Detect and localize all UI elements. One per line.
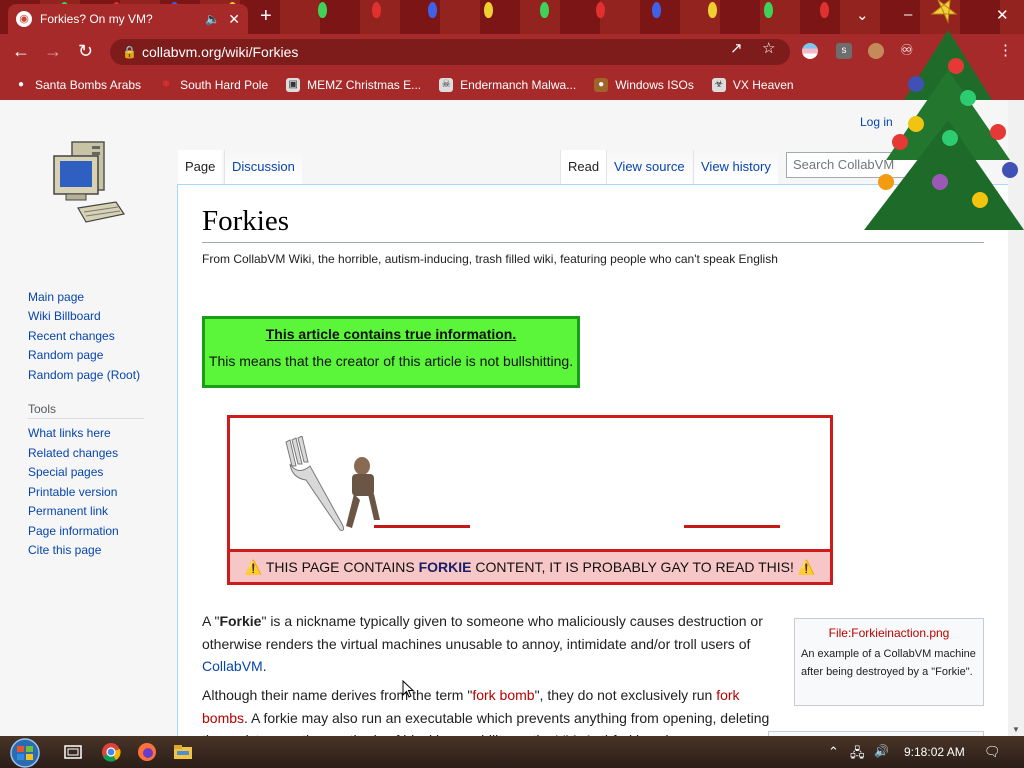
true-information-notice: This article contains true information. …: [202, 316, 580, 388]
skull-icon: ☠: [439, 78, 454, 92]
wiki-page: Log in Main page Wiki Billboard Recent c…: [0, 100, 1008, 736]
taskbar-clock[interactable]: 9:18:02 AM: [904, 745, 965, 759]
chrome-taskbar-icon[interactable]: [100, 742, 122, 762]
network-icon[interactable]: 🖧: [850, 744, 865, 766]
task-view-icon[interactable]: [62, 742, 84, 762]
tools-heading: Tools: [28, 402, 57, 416]
bookmark-item[interactable]: ❄ South Hard Pole: [159, 78, 268, 92]
collabvm-favicon-icon: ◉: [16, 11, 32, 27]
name-origin-paragraph: Although their name derives from the ter…: [202, 687, 770, 736]
intro-paragraph: A "Forkie" is a nickname typically given…: [202, 613, 763, 674]
tools-item-page-information[interactable]: Page information: [28, 524, 119, 538]
snowflake-icon: ❄: [159, 78, 174, 92]
sidebar-item-wiki-billboard[interactable]: Wiki Billboard: [28, 309, 101, 323]
close-tab-icon[interactable]: ✕: [228, 11, 240, 28]
file-explorer-icon[interactable]: [172, 742, 194, 762]
page-icon: ▣: [286, 78, 301, 92]
back-icon[interactable]: ←: [12, 41, 30, 62]
bookmark-star-icon[interactable]: ☆: [762, 39, 775, 57]
santa-icon: ●: [14, 78, 28, 92]
sidebar-item-main-page[interactable]: Main page: [28, 290, 84, 304]
bookmark-item[interactable]: ▣ MEMZ Christmas E...: [286, 78, 421, 92]
warning-banner: ⚠️ THIS PAGE CONTAINS FORKIE CONTENT, IT…: [230, 549, 830, 582]
mouse-cursor-icon: [402, 680, 414, 698]
screen: ◉ Forkies? On my VM? 🔈 ✕ + ⌄ – ✕ ← → ↻ 🔒…: [0, 0, 1024, 768]
fork-man-image: [285, 436, 380, 531]
windows-taskbar: ⌃ 🖧 🔊 9:18:02 AM 🗨: [0, 736, 1024, 768]
site-tagline: From CollabVM Wiki, the horrible, autism…: [202, 252, 778, 266]
article-content: Forkies From CollabVM Wiki, the horrible…: [177, 184, 1008, 736]
tray-chevron-up-icon[interactable]: ⌃: [828, 744, 839, 760]
reload-icon[interactable]: ↻: [78, 41, 93, 62]
notice-title: This article contains true information.: [265, 326, 517, 342]
sidebar-item-random-page[interactable]: Random page: [28, 348, 103, 362]
speaker-mute-icon[interactable]: 🔈: [205, 12, 220, 26]
tab-view-source[interactable]: View source: [606, 150, 692, 184]
red-line-left: [374, 525, 470, 528]
extension-s-icon[interactable]: s: [836, 43, 852, 59]
firefox-taskbar-icon[interactable]: [136, 742, 158, 762]
browser-tab[interactable]: ◉ Forkies? On my VM? 🔈 ✕: [8, 4, 248, 34]
warning-triangle-icon: ⚠️: [244, 559, 263, 575]
new-tab-icon[interactable]: +: [260, 5, 272, 28]
tab-title: Forkies? On my VM?: [40, 12, 153, 26]
christmas-tree-decoration: [864, 0, 1024, 230]
tools-item-related-changes[interactable]: Related changes: [28, 446, 118, 460]
tab-view-history[interactable]: View history: [693, 150, 778, 184]
volume-icon[interactable]: 🔊: [874, 744, 889, 758]
tools-item-cite-this-page[interactable]: Cite this page: [28, 543, 101, 557]
tab-read[interactable]: Read: [560, 150, 607, 184]
sidebar-item-recent-changes[interactable]: Recent changes: [28, 329, 115, 343]
notice-body: This means that the creator of this arti…: [208, 353, 574, 369]
bookmark-item[interactable]: ● Windows ISOs: [594, 78, 694, 92]
scroll-down-arrow-icon[interactable]: ▼: [1012, 725, 1020, 734]
sidebar-item-random-page-root[interactable]: Random page (Root): [28, 368, 140, 382]
wiki-logo-computer-icon[interactable]: [52, 140, 126, 226]
collabvm-link[interactable]: CollabVM: [202, 658, 263, 674]
bookmark-item[interactable]: ● Santa Bombs Arabs: [14, 78, 141, 92]
share-icon[interactable]: ↗: [730, 39, 743, 57]
forkie-warning-box: ⚠️ THIS PAGE CONTAINS FORKIE CONTENT, IT…: [227, 415, 833, 585]
title-divider: [202, 242, 984, 243]
windows-start-icon[interactable]: [3, 737, 47, 768]
tools-item-printable-version[interactable]: Printable version: [28, 485, 117, 499]
fork-bomb-link[interactable]: fork bomb: [472, 687, 534, 703]
figure-file-link[interactable]: File:Forkieinaction.png: [795, 626, 983, 640]
tools-item-what-links-here[interactable]: What links here: [28, 426, 111, 440]
tab-page[interactable]: Page: [178, 150, 223, 184]
warning-triangle-icon: ⚠️: [797, 559, 816, 575]
lock-icon[interactable]: 🔒: [122, 39, 137, 65]
tools-item-permanent-link[interactable]: Permanent link: [28, 504, 108, 518]
biohazard-icon: ☣: [711, 78, 726, 92]
warning-bold-word: FORKIE: [418, 559, 472, 575]
extension-flag-icon[interactable]: [802, 43, 818, 59]
tools-item-special-pages[interactable]: Special pages: [28, 465, 103, 479]
url-text: collabvm.org/wiki/Forkies: [142, 44, 299, 60]
gingerbread-icon: ●: [594, 78, 609, 92]
figure-caption: An example of a CollabVM machine after b…: [801, 648, 976, 678]
bookmark-item[interactable]: ☣ VX Heaven: [711, 78, 794, 92]
bookmark-item[interactable]: ☠ Endermanch Malwa...: [439, 78, 576, 92]
figure-thumbnail: File:Forkieinaction.png An example of a …: [794, 618, 984, 706]
action-center-icon[interactable]: 🗨: [984, 744, 1001, 760]
tools-divider: [28, 418, 144, 419]
address-bar[interactable]: 🔒 collabvm.org/wiki/Forkies: [110, 39, 790, 65]
tab-discussion[interactable]: Discussion: [224, 150, 302, 184]
red-line-right: [684, 525, 780, 528]
forward-icon[interactable]: →: [44, 41, 62, 62]
page-title: Forkies: [202, 205, 289, 237]
